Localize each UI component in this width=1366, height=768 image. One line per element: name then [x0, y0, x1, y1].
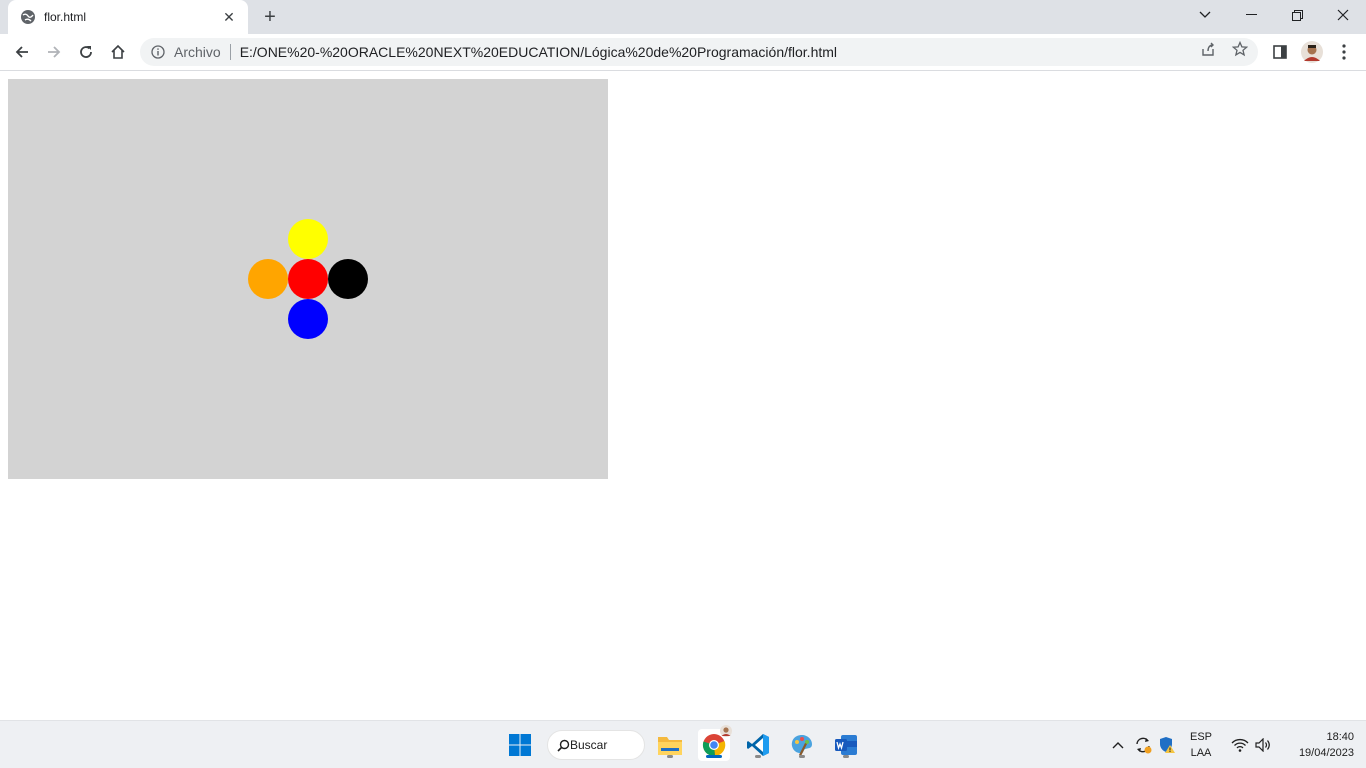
petal-center	[288, 259, 328, 299]
taskbar-search[interactable]: Buscar	[547, 730, 645, 760]
taskbar-file-explorer[interactable]	[654, 729, 686, 761]
chevron-up-icon	[1112, 742, 1124, 749]
keyboard-layout: LAA	[1190, 747, 1212, 759]
tray-security[interactable]	[1154, 729, 1180, 761]
search-icon	[557, 739, 570, 752]
home-button[interactable]	[104, 38, 132, 66]
taskbar: Buscar ESP LAA 18:40 19/04/2023	[0, 720, 1366, 768]
start-button[interactable]	[504, 729, 536, 761]
vscode-icon	[747, 734, 769, 756]
app-indicator	[667, 755, 673, 758]
folder-icon	[658, 737, 682, 755]
taskbar-search-label: Buscar	[570, 738, 608, 752]
home-icon	[111, 44, 125, 59]
restore-button[interactable]	[1274, 0, 1320, 30]
profile-avatar[interactable]	[1298, 38, 1326, 66]
clock-time: 18:40	[1326, 731, 1354, 743]
minimize-button[interactable]	[1228, 0, 1274, 30]
side-panel-icon	[1273, 45, 1287, 59]
browser-toolbar: Archivo E:/ONE%20-%20ORACLE%20NEXT%20EDU…	[0, 34, 1366, 71]
restore-icon	[1291, 9, 1303, 21]
kebab-menu-icon	[1342, 44, 1346, 60]
taskbar-word[interactable]	[830, 729, 862, 761]
back-button[interactable]	[8, 38, 36, 66]
tray-network-volume[interactable]	[1226, 729, 1276, 761]
language-code: ESP	[1189, 731, 1212, 743]
app-indicator	[799, 755, 805, 758]
petal-top	[288, 219, 328, 259]
arrow-right-icon	[48, 46, 61, 58]
address-bar[interactable]: Archivo E:/ONE%20-%20ORACLE%20NEXT%20EDU…	[140, 38, 1258, 66]
forward-button[interactable]	[40, 38, 68, 66]
app-indicator	[755, 755, 761, 758]
volume-icon	[1255, 738, 1270, 752]
app-indicator	[843, 755, 849, 758]
menu-button[interactable]	[1330, 38, 1358, 66]
tab-flor[interactable]: flor.html ✕	[8, 0, 248, 34]
clock-date: 19/04/2023	[1298, 747, 1354, 759]
arrow-left-icon	[15, 46, 28, 58]
address-divider	[229, 44, 231, 60]
close-icon	[1337, 9, 1349, 21]
app-indicator-active	[706, 755, 722, 758]
clock[interactable]: 18:40 19/04/2023	[1280, 729, 1354, 761]
word-icon	[835, 735, 857, 755]
taskbar-paint[interactable]	[786, 729, 818, 761]
globe-icon	[20, 9, 36, 25]
avatar-icon	[1301, 41, 1323, 63]
info-icon[interactable]	[150, 44, 166, 60]
address-scheme-label: Archivo	[174, 44, 221, 60]
flower-canvas	[8, 79, 608, 479]
minimize-icon	[1245, 14, 1257, 15]
petal-right	[328, 259, 368, 299]
taskbar-vscode[interactable]	[742, 729, 774, 761]
tab-close-icon[interactable]: ✕	[220, 8, 238, 26]
petal-bottom	[288, 299, 328, 339]
reload-button[interactable]	[72, 38, 100, 66]
sync-icon	[1136, 737, 1152, 754]
address-url[interactable]: E:/ONE%20-%20ORACLE%20NEXT%20EDUCATION/L…	[240, 44, 837, 60]
windows-logo-icon	[509, 734, 531, 756]
reload-icon	[80, 46, 92, 58]
wifi-icon	[1231, 738, 1249, 752]
paint-palette-icon	[791, 735, 812, 756]
shield-warning-icon	[1160, 737, 1175, 753]
new-tab-button[interactable]: +	[258, 5, 282, 29]
show-hidden-icons-button[interactable]	[1104, 729, 1132, 761]
side-panel-button[interactable]	[1266, 38, 1294, 66]
profile-badge-icon	[720, 725, 732, 737]
share-icon[interactable]	[1199, 40, 1217, 58]
tab-search-button[interactable]	[1182, 0, 1228, 30]
petal-left	[248, 259, 288, 299]
tab-title: flor.html	[44, 10, 87, 24]
chevron-down-icon	[1199, 11, 1211, 18]
taskbar-chrome[interactable]	[698, 725, 732, 761]
bookmark-star-icon[interactable]	[1231, 40, 1249, 58]
tab-strip: flor.html ✕ +	[0, 0, 1366, 34]
language-indicator[interactable]: ESP LAA	[1186, 729, 1216, 761]
close-window-button[interactable]	[1320, 0, 1366, 30]
tray-sync[interactable]	[1130, 729, 1156, 761]
